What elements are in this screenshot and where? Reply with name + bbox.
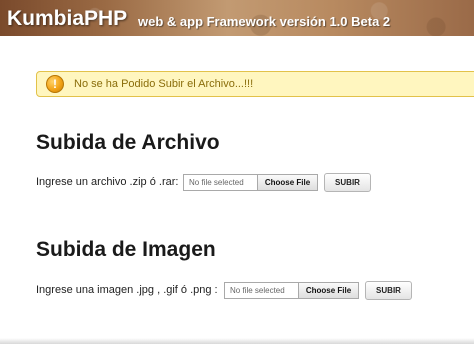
- file-input-status: No file selected: [189, 178, 244, 187]
- image-upload-heading: Subida de Imagen: [36, 238, 216, 261]
- header-tagline: web & app Framework versión 1.0 Beta 2: [138, 14, 391, 29]
- choose-file-button[interactable]: Choose File: [298, 283, 358, 298]
- footer-divider: [0, 338, 474, 344]
- warning-alert: ! No se ha Podido Subir el Archivo...!!!: [36, 71, 474, 97]
- exclamation-icon: !: [46, 75, 64, 93]
- file-input-status: No file selected: [230, 286, 285, 295]
- file-input-imagen[interactable]: No file selected Choose File: [224, 282, 359, 299]
- image-upload-label: Ingrese una imagen .jpg , .gif ó .png :: [36, 284, 218, 296]
- choose-file-button[interactable]: Choose File: [257, 175, 317, 190]
- file-upload-heading: Subida de Archivo: [36, 131, 220, 154]
- submit-imagen-button[interactable]: SUBIR: [365, 281, 412, 300]
- submit-archivo-button[interactable]: SUBIR: [324, 173, 371, 192]
- page-header: KumbiaPHP web & app Framework versión 1.…: [0, 0, 474, 36]
- logo[interactable]: KumbiaPHP: [7, 7, 127, 31]
- file-input-archivo[interactable]: No file selected Choose File: [183, 174, 318, 191]
- file-upload-label: Ingrese un archivo .zip ó .rar:: [36, 176, 179, 188]
- alert-message: No se ha Podido Subir el Archivo...!!!: [74, 78, 254, 90]
